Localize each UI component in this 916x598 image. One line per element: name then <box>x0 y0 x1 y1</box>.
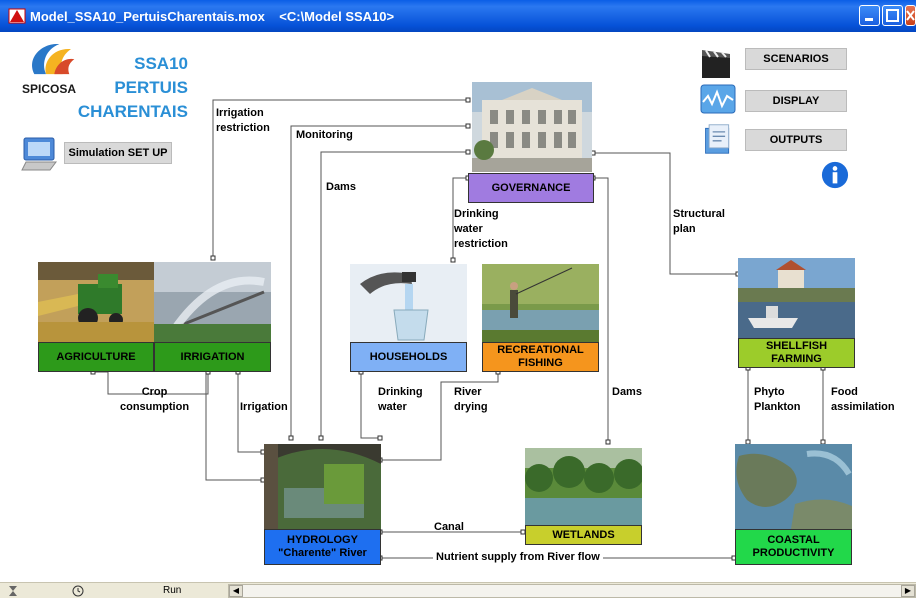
edge-label-structural-plan: Structural plan <box>673 208 725 235</box>
brand-line-3: CHARENTAIS <box>77 102 188 121</box>
shellfish-farming-label: SHELLFISH FARMING <box>738 338 855 368</box>
coastal-productivity-node[interactable]: COASTAL PRODUCTIVITY <box>735 444 852 565</box>
close-icon <box>906 10 915 21</box>
window-title: Model_SSA10_PertuisCharentais.mox <C:\Mo… <box>30 8 395 24</box>
close-button[interactable] <box>905 5 916 26</box>
edge-label-river-drying: River drying <box>454 386 488 413</box>
hydrology-node[interactable]: HYDROLOGY "Charente" River <box>264 444 381 565</box>
households-faucet-image <box>350 264 467 342</box>
agriculture-harvester-image <box>38 262 154 342</box>
wetlands-node[interactable]: WETLANDS <box>525 448 642 545</box>
scenarios-button[interactable]: SCENARIOS <box>745 48 847 70</box>
households-node[interactable]: HOUSEHOLDS <box>350 264 467 372</box>
scroll-left-button[interactable]: ◀ <box>229 585 243 597</box>
agriculture-label: AGRICULTURE <box>38 342 154 372</box>
info-icon[interactable] <box>821 161 849 189</box>
edge-label-dams-right: Dams <box>612 386 642 398</box>
recreational-fishing-label: RECREATIONAL FISHING <box>482 342 599 372</box>
edge-label-drinking-water-restriction: Drinking water restriction <box>454 208 508 250</box>
model-canvas: SPICOSA SSA10 PERTUIS CHARENTAIS Simulat… <box>8 32 908 580</box>
shellfish-farming-image <box>738 258 855 338</box>
simulation-setup-icon <box>21 137 57 171</box>
edge-label-irrigation: Irrigation <box>240 401 288 413</box>
brand-line-2: PERTUIS <box>114 78 188 97</box>
coastal-productivity-label: COASTAL PRODUCTIVITY <box>735 529 852 565</box>
edge-label-monitoring: Monitoring <box>296 129 353 141</box>
edge-label-irrigation-restriction: Irrigation restriction <box>216 107 270 134</box>
edge-label-dams-top: Dams <box>326 181 356 193</box>
hourglass-icon <box>9 586 17 596</box>
irrigation-sprinkler-image <box>154 262 271 342</box>
governance-label: GOVERNANCE <box>468 173 594 203</box>
horizontal-scrollbar[interactable]: ◀ ▶ <box>228 584 916 598</box>
edge-label-crop-consumption: Crop consumption <box>120 386 190 413</box>
edge-label-canal: Canal <box>434 521 464 533</box>
maximize-button[interactable] <box>882 5 903 26</box>
edge-label-nutrient-supply: Nutrient supply from River flow <box>433 550 603 565</box>
irrigation-label: IRRIGATION <box>154 342 271 372</box>
shellfish-farming-node[interactable]: SHELLFISH FARMING <box>738 258 855 368</box>
brand-line-1: SSA10 <box>134 54 188 73</box>
edge-label-phyto-plankton: Phyto Plankton <box>754 386 801 413</box>
wetlands-image <box>525 448 642 526</box>
households-label: HOUSEHOLDS <box>350 342 467 372</box>
status-bar: Run ◀ ▶ <box>0 582 916 598</box>
edge-label-drinking-water: Drinking water <box>378 386 423 413</box>
governance-building-image <box>472 82 592 172</box>
agriculture-node[interactable]: AGRICULTURE <box>38 262 154 372</box>
scenarios-icon <box>702 49 730 78</box>
maximize-icon <box>886 9 899 22</box>
hydrology-label: HYDROLOGY "Charente" River <box>264 529 381 565</box>
run-status: Run <box>163 585 182 596</box>
app-icon <box>8 8 26 24</box>
scroll-right-button[interactable]: ▶ <box>901 585 915 597</box>
recreational-fishing-node[interactable]: RECREATIONAL FISHING <box>482 264 599 372</box>
wetlands-label: WETLANDS <box>525 525 642 545</box>
governance-node[interactable]: GOVERNANCE <box>468 82 594 203</box>
irrigation-node[interactable]: IRRIGATION <box>154 262 271 372</box>
minimize-button[interactable] <box>859 5 880 26</box>
edge-label-food-assimilation: Food assimilation <box>831 386 895 413</box>
clock-icon <box>72 585 84 597</box>
hydrology-river-image <box>264 444 381 529</box>
display-icon <box>700 84 736 114</box>
display-button[interactable]: DISPLAY <box>745 90 847 112</box>
window-title-bar: Model_SSA10_PertuisCharentais.mox <C:\Mo… <box>0 0 916 32</box>
coastal-satellite-image <box>735 444 852 529</box>
outputs-button[interactable]: OUTPUTS <box>745 129 847 151</box>
recreational-fishing-image <box>482 264 599 342</box>
minimize-icon <box>865 18 873 21</box>
outputs-icon <box>705 124 730 154</box>
simulation-setup-button[interactable]: Simulation SET UP <box>64 142 172 164</box>
